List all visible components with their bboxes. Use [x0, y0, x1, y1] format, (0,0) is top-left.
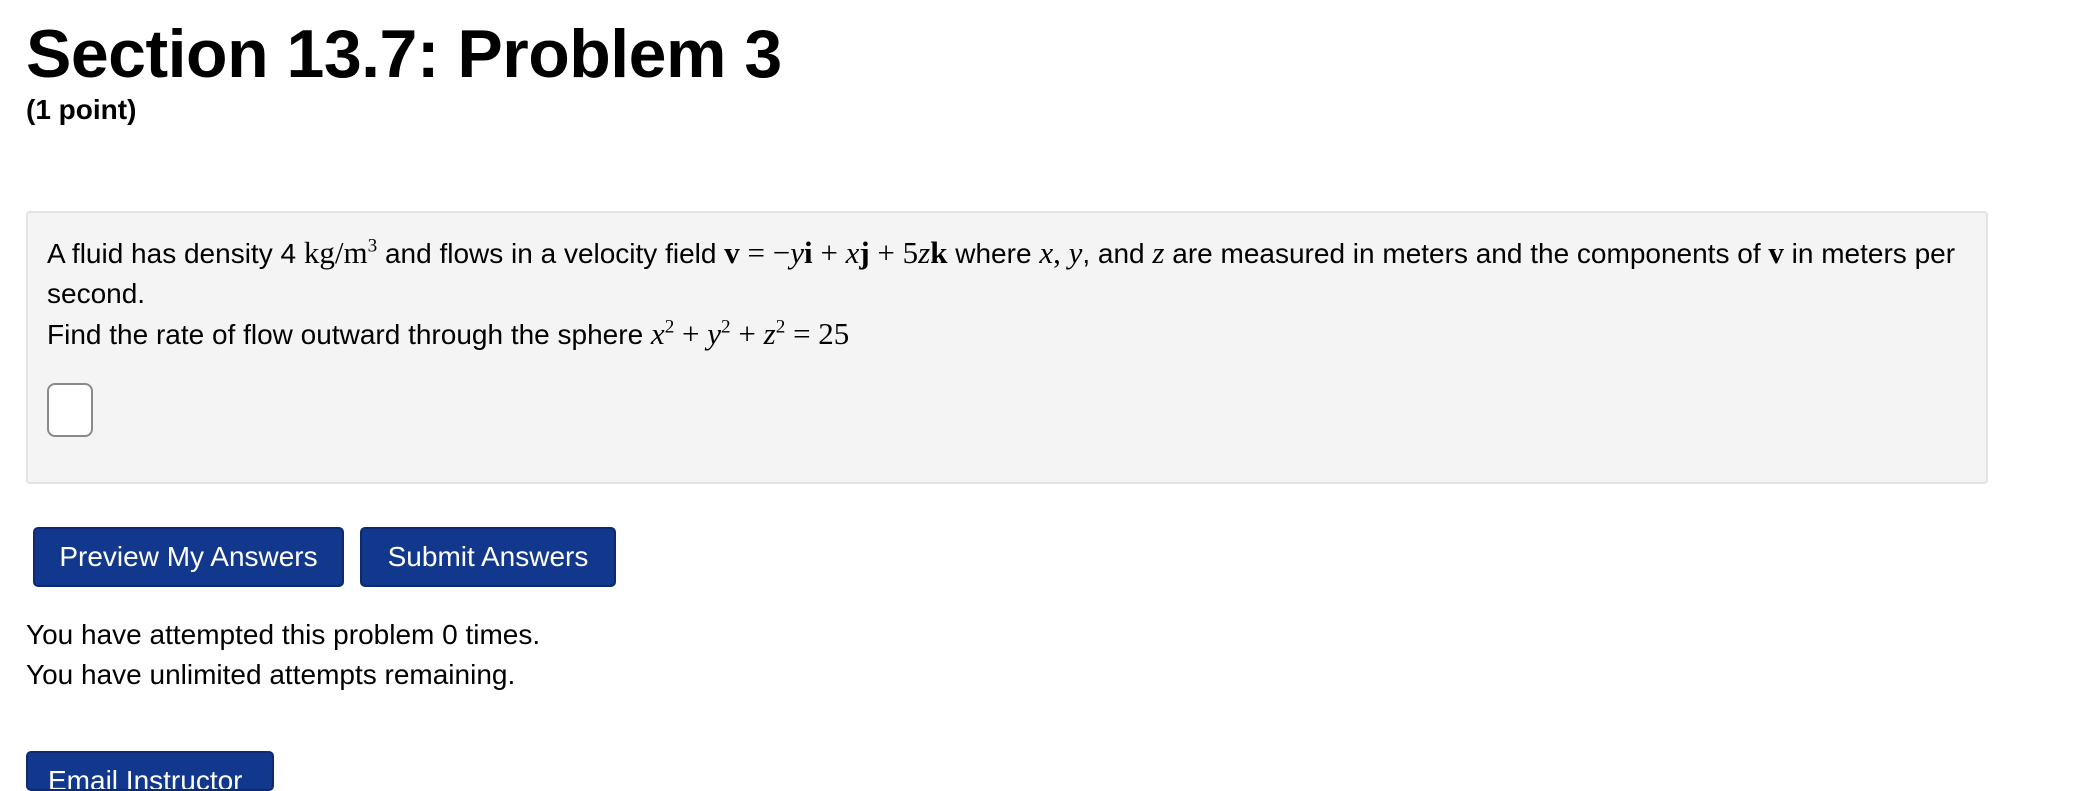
unit-vector-k: k: [930, 235, 948, 270]
point-value: (1 point): [26, 94, 137, 125]
math-operator: = 25: [785, 316, 850, 351]
math-variable: z: [1152, 235, 1165, 270]
page-title: Section 13.7: Problem 3: [26, 16, 782, 92]
math-operator: = −: [739, 235, 791, 270]
problem-text-segment: A fluid has density 4: [47, 238, 304, 269]
problem-text-segment: are measured in meters and the component…: [1164, 238, 1769, 269]
problem-text: A fluid has density 4 kg/m3 and flows in…: [47, 233, 1967, 355]
density-unit: kg/m3: [304, 235, 377, 270]
math-exponent: 2: [775, 316, 786, 338]
math-operator: + 5: [869, 235, 919, 270]
answer-input[interactable]: [47, 383, 93, 437]
math-exponent: 2: [721, 316, 731, 338]
attempts-remaining-text: You have unlimited attempts remaining.: [26, 659, 516, 690]
vector-v: v: [1768, 235, 1784, 270]
problem-text-segment: , and: [1082, 238, 1153, 269]
math-variable: x: [845, 235, 860, 270]
math-operator: +: [730, 316, 764, 351]
math-operator: +: [812, 235, 846, 270]
submit-answers-button[interactable]: Submit Answers: [360, 527, 616, 587]
unit-vector-i: i: [803, 235, 813, 270]
email-instructor-button[interactable]: Email Instructor: [26, 751, 274, 791]
math-variable: y: [1068, 235, 1083, 270]
velocity-field-equation: v = −yi + xj + 5zk: [724, 235, 947, 270]
problem-question: Find the rate of flow outward through th…: [47, 319, 651, 350]
math-variable: z: [918, 235, 931, 270]
density-unit-base: kg/m: [303, 235, 368, 270]
attempts-count-text: You have attempted this problem 0 times.: [26, 619, 541, 650]
math-variable: z: [763, 316, 776, 351]
unit-vector-j: j: [859, 235, 870, 270]
math-operator: ,: [1053, 235, 1069, 270]
attempts-info: You have attempted this problem 0 times.…: [26, 615, 540, 695]
math-variable: y: [790, 235, 804, 270]
math-operator: +: [674, 316, 708, 351]
vector-v: v: [724, 235, 740, 270]
preview-answers-button[interactable]: Preview My Answers: [33, 527, 344, 587]
sphere-equation: x2 + y2 + z2 = 25: [651, 316, 849, 351]
math-variable: y: [707, 316, 722, 351]
math-variable: x: [650, 316, 665, 351]
density-unit-exponent: 3: [367, 235, 378, 257]
math-variable: x: [1039, 235, 1054, 270]
problem-statement-box: A fluid has density 4 kg/m3 and flows in…: [26, 211, 1988, 484]
math-exponent: 2: [664, 316, 675, 338]
problem-text-segment: and flows in a velocity field: [377, 238, 725, 269]
problem-text-segment: where: [947, 238, 1040, 269]
